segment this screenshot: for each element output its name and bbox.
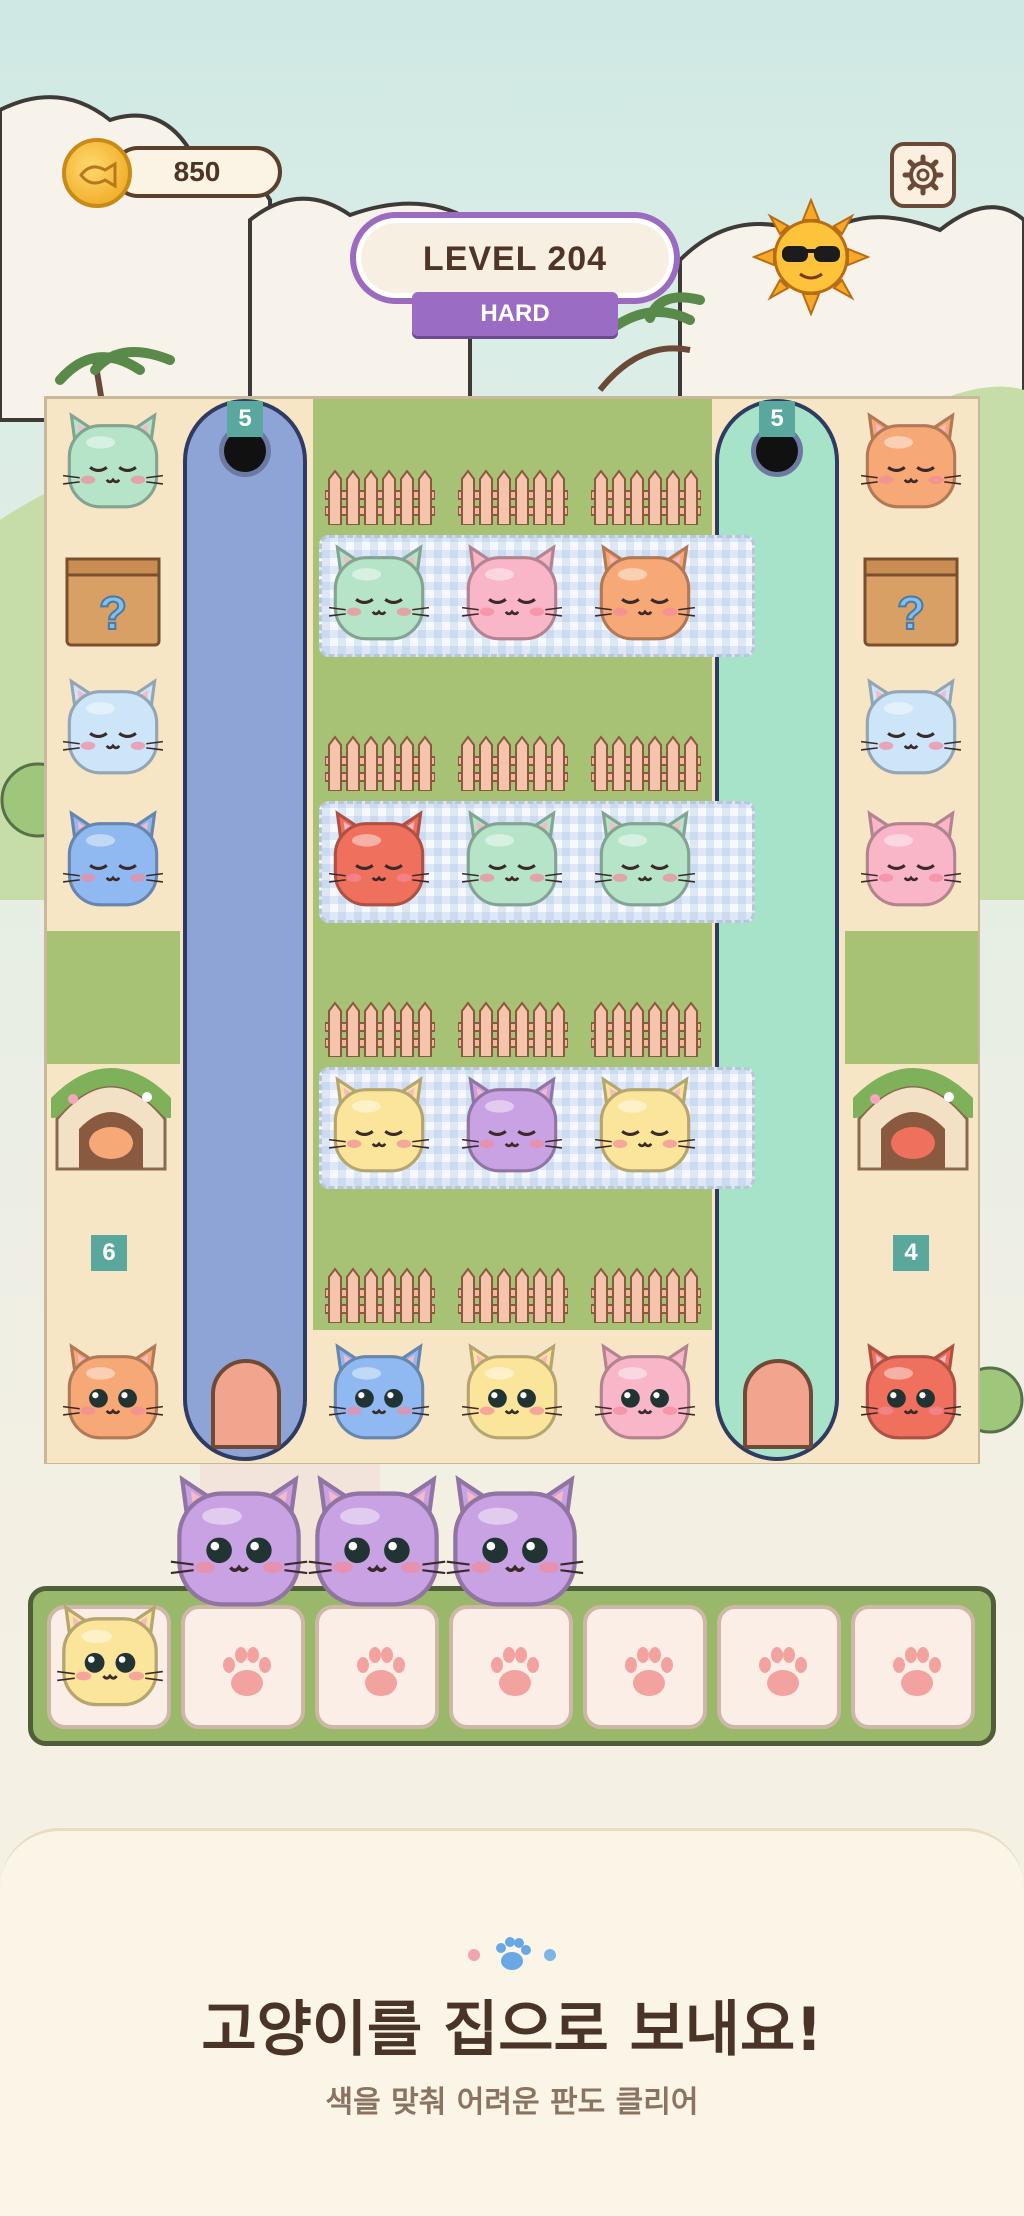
green-cat[interactable] — [460, 805, 564, 909]
mystery-box-icon[interactable]: ? — [63, 551, 163, 649]
purple-cat-moving[interactable] — [444, 1468, 586, 1610]
coin-amount: 850 — [173, 156, 221, 187]
difficulty-label: HARD — [480, 300, 550, 327]
yellow-cat-in-tray[interactable] — [55, 1599, 165, 1709]
paw-print-icon — [893, 1647, 941, 1696]
fence-icon — [591, 1267, 701, 1323]
red-cat[interactable] — [859, 1338, 963, 1442]
right-cat-house — [853, 1068, 973, 1171]
purple-cat[interactable] — [460, 1071, 564, 1175]
locked-door-icon — [211, 1359, 281, 1449]
game-screen: 850 LEVEL 204 HARD 5 5 ? ? 6 4 고양이를 집으로 … — [0, 0, 1024, 2216]
yellow-cat[interactable] — [460, 1338, 564, 1442]
tray-slot[interactable] — [851, 1605, 975, 1729]
left-tube-count-badge: 5 — [227, 401, 263, 437]
purple-cat-moving[interactable] — [168, 1468, 310, 1610]
tray-slot[interactable] — [717, 1605, 841, 1729]
sun-with-sunglasses-icon — [752, 198, 870, 316]
svg-text:?: ? — [99, 587, 127, 639]
difficulty-ribbon: HARD — [412, 292, 618, 336]
coin-pill: 850 — [112, 146, 282, 198]
fence-icon — [591, 1001, 701, 1057]
tray-slot[interactable] — [315, 1605, 439, 1729]
board-cell — [47, 931, 180, 1064]
purple-cat-moving[interactable] — [306, 1468, 448, 1610]
orange-cat[interactable] — [593, 539, 697, 643]
fence-icon — [591, 735, 701, 791]
level-banner: LEVEL 204 HARD — [350, 212, 680, 342]
coin-counter: 850 — [62, 138, 288, 208]
fence-icon — [458, 469, 568, 525]
blue-cat[interactable] — [61, 805, 165, 909]
fence-icon — [325, 469, 435, 525]
locked-door-icon — [743, 1359, 813, 1449]
level-title: LEVEL 204 — [422, 240, 608, 278]
fence-icon — [591, 469, 701, 525]
fence-icon — [458, 1001, 568, 1057]
fish-coin-icon — [62, 138, 132, 208]
board-cell — [845, 931, 978, 1064]
tray-slot[interactable] — [449, 1605, 573, 1729]
headline: 고양이를 집으로 보내요! — [201, 1995, 823, 2065]
level-plate: LEVEL 204 — [350, 212, 680, 304]
red-cat[interactable] — [327, 805, 431, 909]
paw-dots-icon — [468, 1937, 556, 1970]
pink-cat[interactable] — [859, 805, 963, 909]
paw-print-icon — [357, 1647, 405, 1696]
mystery-box-icon[interactable]: ? — [861, 551, 961, 649]
left-cat-tube[interactable] — [183, 399, 307, 1461]
subline: 색을 맞춰 어려운 판도 클리어 — [325, 2085, 699, 2120]
fence-icon — [458, 1267, 568, 1323]
svg-text:?: ? — [897, 587, 925, 639]
orange-cat[interactable] — [859, 407, 963, 511]
fence-icon — [458, 735, 568, 791]
fence-icon — [325, 1001, 435, 1057]
green-cat[interactable] — [327, 539, 431, 643]
paw-print-icon — [491, 1647, 539, 1696]
green-cat[interactable] — [593, 805, 697, 909]
left-cat-house — [51, 1068, 171, 1171]
right-tube-count-badge: 5 — [759, 401, 795, 437]
lightblue-cat[interactable] — [859, 673, 963, 777]
left-house-count-badge: 6 — [91, 1235, 127, 1271]
pink-cat[interactable] — [460, 539, 564, 643]
tray-slot[interactable] — [181, 1605, 305, 1729]
gear-icon — [902, 154, 944, 196]
paw-print-icon — [625, 1647, 673, 1696]
blue-cat[interactable] — [327, 1338, 431, 1442]
paw-print-icon — [223, 1647, 271, 1696]
orange-cat[interactable] — [61, 1338, 165, 1442]
promo-sheet: 고양이를 집으로 보내요! 색을 맞춰 어려운 판도 클리어 — [0, 1828, 1024, 2216]
green-cat[interactable] — [61, 407, 165, 511]
pink-cat[interactable] — [593, 1338, 697, 1442]
settings-button[interactable] — [890, 142, 956, 208]
game-board: 5 5?? 6 4 — [44, 396, 980, 1464]
right-house-count-badge: 4 — [893, 1235, 929, 1271]
paw-print-icon — [759, 1647, 807, 1696]
fence-icon — [325, 735, 435, 791]
tray-slot[interactable] — [583, 1605, 707, 1729]
fence-icon — [325, 1267, 435, 1323]
yellow-cat[interactable] — [327, 1071, 431, 1175]
lightblue-cat[interactable] — [61, 673, 165, 777]
yellow-cat[interactable] — [593, 1071, 697, 1175]
